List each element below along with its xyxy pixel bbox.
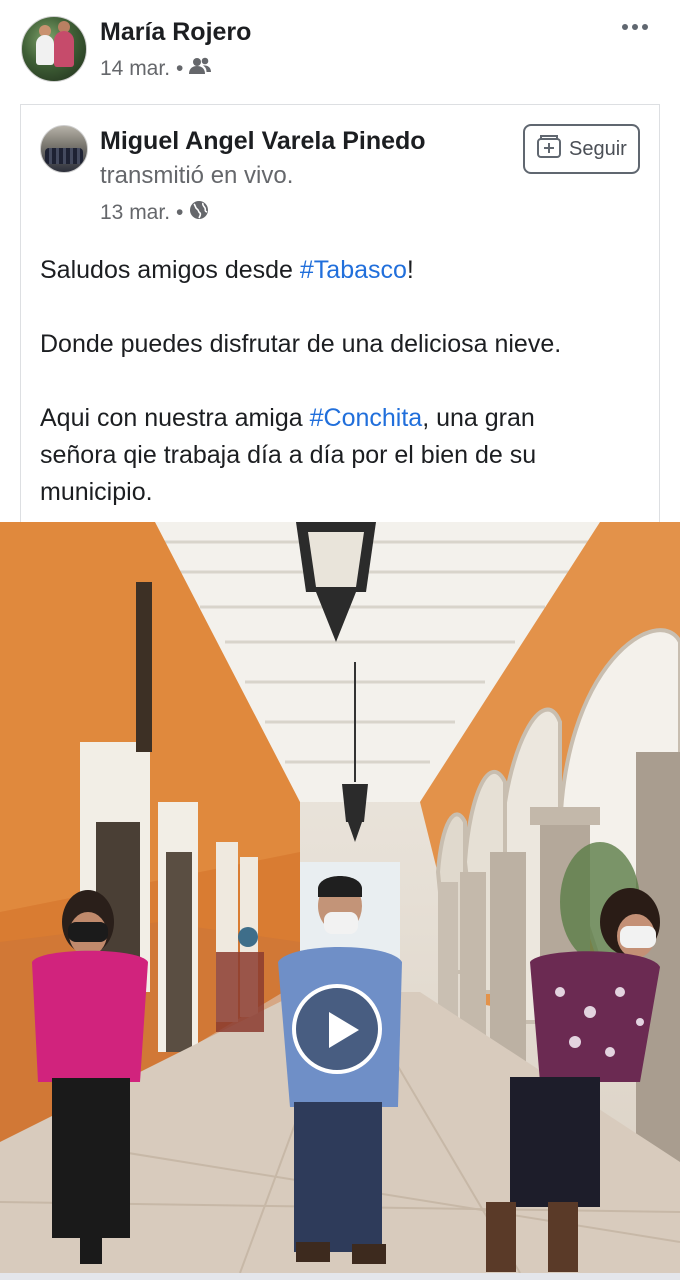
- meta-separator: •: [176, 201, 184, 224]
- text-line-4: señora qie trabaja día a día por el bien…: [40, 441, 537, 469]
- meta-separator: •: [176, 57, 184, 80]
- shared-action: transmitió en vivo.: [100, 162, 294, 189]
- author-name[interactable]: María Rojero: [100, 18, 251, 47]
- globe-icon: [189, 200, 209, 226]
- post-text: Saludos amigos desde #Tabasco! Donde pue…: [40, 252, 650, 511]
- text-line-2: Donde puedes disfrutar de una deliciosa …: [40, 330, 562, 358]
- shared-author-avatar[interactable]: [40, 125, 88, 173]
- video-frame: [0, 522, 680, 1273]
- shared-author-name[interactable]: Miguel Angel Varela Pinedo: [100, 127, 426, 156]
- author-avatar[interactable]: [21, 16, 87, 82]
- shared-date[interactable]: 13 mar.: [100, 201, 170, 225]
- follow-icon: [535, 133, 563, 165]
- hashtag-tabasco[interactable]: #Tabasco: [300, 256, 407, 284]
- follow-button[interactable]: Seguir: [523, 124, 640, 174]
- play-icon[interactable]: [292, 984, 382, 1074]
- hashtag-conchita[interactable]: #Conchita: [310, 404, 423, 432]
- friends-icon: [189, 57, 212, 81]
- more-options-icon[interactable]: [622, 24, 648, 30]
- post-date[interactable]: 14 mar.: [100, 57, 170, 81]
- follow-label: Seguir: [569, 137, 627, 160]
- bottom-divider: [0, 1273, 680, 1280]
- shared-meta: 13 mar. •: [100, 200, 209, 226]
- text-line-5: municipio.: [40, 478, 153, 506]
- text-line-1: Saludos amigos desde #Tabasco!: [40, 256, 414, 284]
- text-line-3: Aqui con nuestra amiga #Conchita, una gr…: [40, 404, 535, 432]
- video-player[interactable]: [0, 522, 680, 1273]
- post-meta: 14 mar. •: [100, 57, 212, 81]
